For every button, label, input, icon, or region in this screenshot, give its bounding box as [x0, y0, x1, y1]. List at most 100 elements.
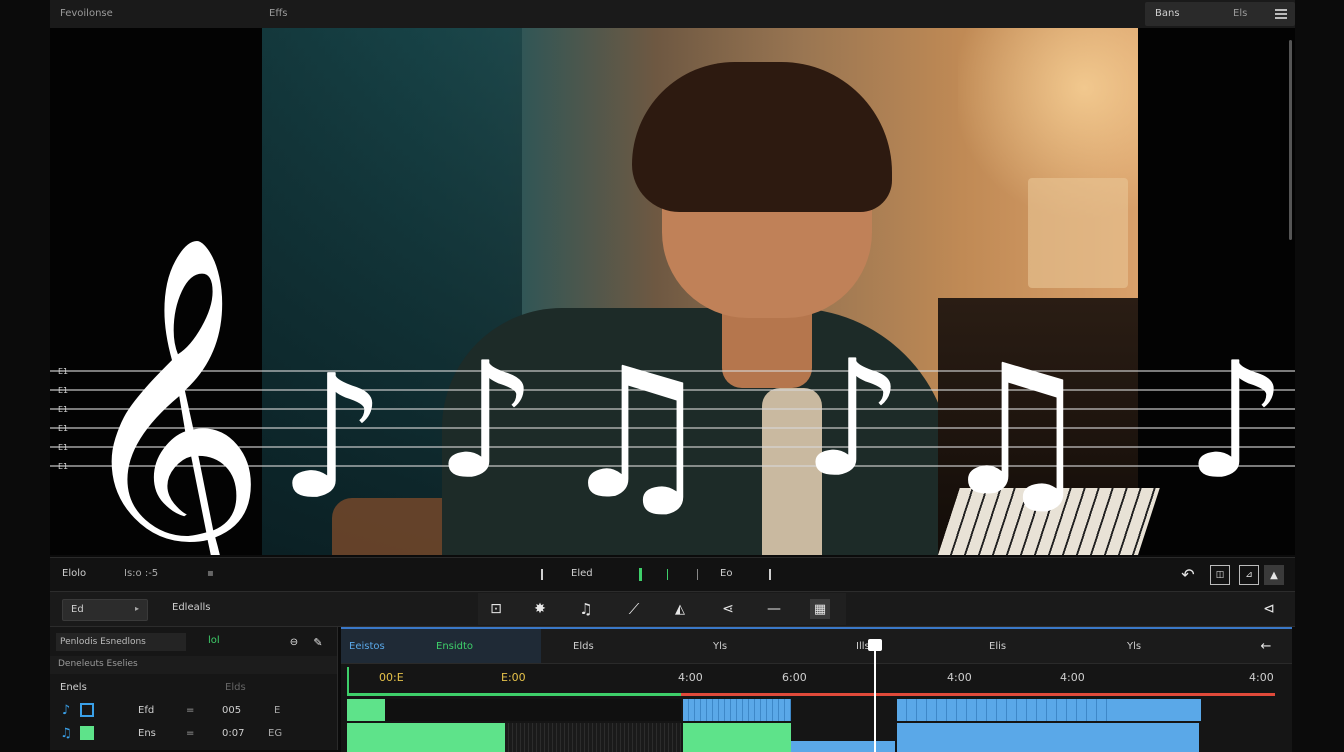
panel-section-right: Elds — [225, 682, 246, 693]
clip[interactable] — [897, 699, 1109, 721]
undo-icon[interactable]: ↶ — [1178, 564, 1198, 584]
green-range-bar[interactable] — [347, 693, 681, 696]
eighth-note-icon: ♪ — [278, 339, 387, 537]
minus-tool-icon[interactable]: — — [764, 599, 784, 619]
panel-row2: Deneleuts Eselies — [50, 656, 337, 674]
chevron-right-icon: ▸ — [135, 604, 140, 613]
track-value: 005 — [222, 705, 242, 716]
app-menu-label[interactable]: Fevoilonse — [60, 8, 113, 19]
time-label: 4:00 — [678, 671, 703, 684]
tools-label: Edlealls — [172, 602, 211, 613]
eighth-note-icon: ♪ — [435, 327, 537, 514]
playhead[interactable] — [874, 641, 876, 752]
track-sep: = — [186, 705, 195, 716]
time-label: 4:00 — [947, 671, 972, 684]
staff-label: E1 — [58, 367, 68, 376]
ruler-label: Elis — [989, 641, 1007, 652]
tool-group: ⊡ ✸ ♫ ⟋ ◭ ⋖ — ▦ — [478, 593, 846, 625]
image-icon[interactable]: ▲ — [1264, 565, 1284, 585]
panel-row1-extra[interactable]: lol — [208, 635, 220, 646]
viewer-scrollbar[interactable] — [1289, 40, 1292, 240]
timeline-tracks: 00:E E:00 4:00 6:00 4:00 4:00 4:00 — [341, 639, 1292, 752]
clip[interactable] — [791, 741, 895, 752]
time-label: E:00 — [501, 671, 526, 684]
ruler-label: Elds — [573, 641, 594, 652]
search-row[interactable]: Penlodis Esnedlons — [56, 633, 186, 651]
share-tool-icon[interactable]: ⋖ — [718, 599, 738, 619]
track-value: 0:07 — [222, 728, 245, 739]
note-tool-icon[interactable]: ♫ — [576, 599, 596, 619]
track-type-icon: ♪ — [61, 702, 71, 718]
green-marker-thin[interactable] — [667, 569, 668, 580]
transport-marker: ▪ — [207, 568, 214, 579]
file-menu[interactable]: Effs — [269, 8, 287, 19]
frame-tool-icon[interactable]: ⊡ — [486, 599, 506, 619]
staff-label: E1 — [58, 424, 68, 433]
red-range-bar[interactable] — [681, 693, 1275, 696]
track-toggle[interactable] — [80, 703, 94, 717]
green-marker[interactable] — [639, 568, 642, 581]
clip[interactable] — [683, 723, 791, 752]
clip[interactable] — [1109, 699, 1201, 721]
track-name: Efd — [138, 705, 155, 716]
track-name: Ens — [138, 728, 156, 739]
film-tool-icon[interactable]: ◭ — [670, 599, 690, 619]
playhead-handle[interactable] — [868, 639, 882, 651]
in-point-marker[interactable] — [347, 667, 349, 695]
panel-row2-label: Deneleuts Eselies — [58, 659, 138, 669]
preset-dropdown[interactable]: Ed ▸ — [62, 599, 148, 621]
in-marker[interactable] — [541, 569, 543, 580]
link-icon[interactable]: ⊖ — [287, 635, 301, 649]
transport-center-label: Eled — [571, 568, 593, 579]
music-staff-overlay: E1 E1 E1 E1 E1 E1 𝄞 ♪ ♪ ♫ ♪ ♫ ♪ — [50, 232, 1295, 555]
beamed-notes-icon: ♫ — [555, 330, 716, 539]
clip[interactable] — [897, 723, 1199, 752]
time-label: 6:00 — [782, 671, 807, 684]
clip[interactable] — [505, 723, 681, 752]
timeline-ruler[interactable]: Eeistos Ensidto Elds Yls Ills Elis Yls ← — [341, 629, 1292, 664]
track-row[interactable]: ♫ Ens = 0:07 EG — [50, 723, 337, 745]
staff-label: E1 — [58, 443, 68, 452]
collapse-icon[interactable]: ⊲ — [1258, 599, 1280, 619]
tools-bar: Ed ▸ Edlealls ⊡ ✸ ♫ ⟋ ◭ ⋖ — ▦ ⊲ — [50, 591, 1295, 627]
track-end: E — [274, 705, 281, 716]
crop-icon[interactable]: ⊿ — [1239, 565, 1259, 585]
panel-row1-label: Penlodis Esnedlons — [60, 637, 146, 647]
back-icon[interactable]: ← — [1257, 637, 1275, 655]
marker-thin[interactable] — [697, 569, 698, 580]
menu-icon[interactable] — [1273, 6, 1289, 22]
track-toggle[interactable] — [80, 726, 94, 740]
eighth-note-icon: ♪ — [1185, 327, 1287, 514]
topright-label[interactable]: Bans — [1155, 8, 1180, 19]
treble-clef-icon: 𝄞 — [72, 232, 267, 555]
grid-tool-icon[interactable]: ▦ — [810, 599, 830, 619]
time-label: 00:E — [379, 671, 404, 684]
out-marker[interactable] — [769, 569, 771, 580]
panel-section-title: Enels — [60, 682, 87, 693]
clip[interactable] — [347, 723, 505, 752]
clip[interactable] — [347, 699, 385, 721]
topright-panel: Bans Els — [1145, 2, 1295, 26]
transport-label: Elolo — [62, 568, 87, 579]
bug-tool-icon[interactable]: ✸ — [530, 599, 550, 619]
track-end: EG — [268, 728, 283, 739]
tracks-panel: Penlodis Esnedlons lol ⊖ ✎ Deneleuts Ese… — [50, 627, 338, 750]
video-viewer[interactable]: E1 E1 E1 E1 E1 E1 𝄞 ♪ ♪ ♫ ♪ ♫ ♪ — [50, 28, 1295, 555]
timeline-panel[interactable]: Eeistos Ensidto Elds Yls Ills Elis Yls ←… — [341, 627, 1292, 752]
title-bar: Fevoilonse Effs Bans Els — [50, 0, 1295, 29]
beamed-notes-icon: ♫ — [935, 327, 1096, 536]
clip-gap — [385, 699, 681, 721]
tab-active[interactable]: Eeistos — [349, 641, 385, 652]
tab-green[interactable]: Ensidto — [436, 641, 473, 652]
time-label: 4:00 — [1060, 671, 1085, 684]
topright-action[interactable]: Els — [1233, 8, 1247, 19]
staff-label: E1 — [58, 405, 68, 414]
transport-center-label2: Eo — [720, 568, 733, 579]
pin-icon[interactable]: ✎ — [311, 635, 325, 649]
track-row[interactable]: ♪ Efd = 005 E — [50, 700, 337, 722]
slash-tool-icon[interactable]: ⟋ — [624, 599, 644, 619]
frame-icon[interactable]: ◫ — [1210, 565, 1230, 585]
time-label: 4:00 — [1249, 671, 1274, 684]
track-sep: = — [186, 728, 195, 739]
clip[interactable] — [683, 699, 791, 721]
